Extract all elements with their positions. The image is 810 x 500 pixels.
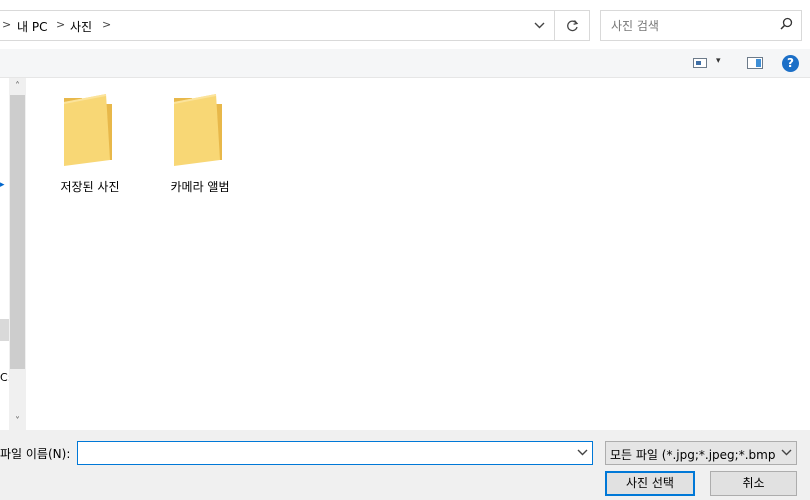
filetype-select[interactable]: 모든 파일 (*.jpg;*.jpeg;*.bmp;*.c bbox=[605, 441, 797, 465]
nav-scrollbar[interactable]: ˄ ˅ bbox=[9, 78, 26, 430]
view-options-dropdown[interactable]: ▾ bbox=[716, 56, 721, 66]
chevron-down-icon[interactable] bbox=[525, 11, 553, 40]
address-bar[interactable]: > 내 PC > 사진 > bbox=[0, 10, 590, 41]
navigation-pane[interactable]: ▸ C:) ˄ ˅ bbox=[0, 78, 26, 430]
cancel-button[interactable]: 취소 bbox=[710, 471, 797, 496]
folder-name: 저장된 사진 bbox=[60, 180, 120, 194]
filename-input[interactable] bbox=[78, 442, 568, 464]
refresh-icon[interactable] bbox=[554, 11, 589, 40]
address-area: > 내 PC > 사진 > 사진 검색 bbox=[0, 0, 810, 50]
scroll-down-icon[interactable]: ˅ bbox=[9, 413, 26, 430]
breadcrumb-pictures[interactable]: 사진 bbox=[70, 18, 92, 35]
folder-icon bbox=[64, 94, 112, 166]
nav-item-partial[interactable]: ▸ bbox=[0, 180, 5, 190]
search-input[interactable]: 사진 검색 bbox=[611, 17, 659, 34]
change-view-icon[interactable] bbox=[693, 58, 707, 68]
preview-pane-icon[interactable] bbox=[747, 57, 763, 69]
folder-item[interactable]: 카메라 앨범 bbox=[155, 94, 245, 204]
chevron-down-icon[interactable] bbox=[577, 446, 588, 459]
help-icon[interactable]: ? bbox=[782, 55, 799, 72]
breadcrumb-this-pc[interactable]: 내 PC bbox=[17, 18, 47, 35]
folder-name: 카메라 앨범 bbox=[170, 180, 230, 194]
breadcrumb-separator[interactable]: > bbox=[102, 18, 111, 31]
filename-field[interactable] bbox=[77, 441, 593, 465]
scroll-up-icon[interactable]: ˄ bbox=[9, 78, 26, 95]
file-list[interactable]: 저장된 사진 카메라 앨범 bbox=[26, 78, 810, 430]
filename-label: 파일 이름(N): bbox=[0, 447, 71, 461]
breadcrumb-separator[interactable]: > bbox=[2, 18, 11, 31]
scrollbar-thumb[interactable] bbox=[10, 95, 25, 369]
dialog-footer: 파일 이름(N): 모든 파일 (*.jpg;*.jpeg;*.bmp;*.c … bbox=[0, 430, 810, 500]
breadcrumb-separator[interactable]: > bbox=[56, 18, 65, 31]
filetype-value: 모든 파일 (*.jpg;*.jpeg;*.bmp;*.c bbox=[610, 448, 776, 462]
folder-icon bbox=[174, 94, 222, 166]
search-icon[interactable] bbox=[780, 17, 793, 34]
search-box[interactable]: 사진 검색 bbox=[600, 10, 802, 41]
folder-item[interactable]: 저장된 사진 bbox=[45, 94, 135, 204]
chevron-down-icon[interactable] bbox=[781, 446, 792, 459]
command-bar: ▾ ? bbox=[0, 49, 810, 78]
nav-item-selected[interactable] bbox=[0, 319, 9, 341]
open-button[interactable]: 사진 선택 bbox=[605, 471, 695, 496]
